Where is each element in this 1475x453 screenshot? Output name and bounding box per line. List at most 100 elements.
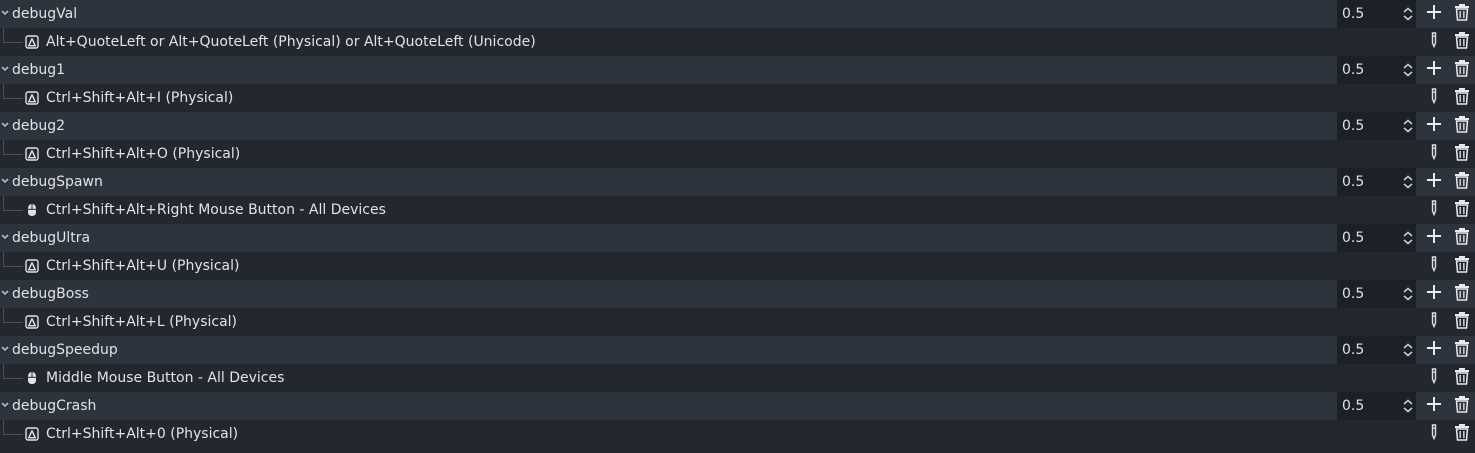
remove-event-button[interactable] [1453,311,1471,333]
spin-arrows-icon[interactable] [1402,175,1414,189]
add-event-button[interactable] [1425,229,1443,247]
trash-icon [1453,255,1471,277]
remove-action-button[interactable] [1453,339,1471,361]
event-row[interactable]: Alt+QuoteLeft or Alt+QuoteLeft (Physical… [0,28,1475,56]
spin-arrows-icon[interactable] [1402,287,1414,301]
deadzone-value[interactable]: 0.5 [1342,168,1364,196]
add-event-button[interactable] [1425,61,1443,79]
edit-event-button[interactable] [1425,368,1443,387]
deadzone-value[interactable]: 0.5 [1342,224,1364,252]
add-event-button[interactable] [1425,5,1443,23]
chevron-down-icon[interactable] [0,398,10,412]
add-event-button[interactable] [1425,285,1443,303]
pencil-icon [1425,311,1443,333]
action-name[interactable]: debugCrash [12,392,96,420]
edit-event-button[interactable] [1425,255,1443,277]
action-name[interactable]: debugUltra [12,224,90,252]
chevron-down-icon[interactable] [0,174,10,188]
remove-action-button[interactable] [1453,228,1471,247]
action-name[interactable]: debugBoss [12,280,89,308]
spin-arrows-icon[interactable] [1402,7,1414,21]
event-row[interactable]: Ctrl+Shift+Alt+U (Physical) [0,252,1475,280]
remove-event-button[interactable] [1453,424,1471,443]
deadzone-spinbox[interactable]: 0.5 [1337,392,1416,420]
trash-icon [1453,339,1471,361]
chevron-down-icon[interactable] [0,118,10,132]
deadzone-value[interactable]: 0.5 [1342,0,1364,28]
deadzone-value[interactable]: 0.5 [1342,112,1364,140]
action-row[interactable]: debug1 0.5 [0,56,1475,84]
remove-action-button[interactable] [1453,172,1471,191]
event-row[interactable]: Ctrl+Shift+Alt+0 (Physical) [0,420,1475,448]
remove-action-button[interactable] [1453,60,1471,79]
action-row[interactable]: debug2 0.5 [0,112,1475,140]
remove-event-button[interactable] [1453,144,1471,163]
deadzone-spinbox[interactable]: 0.5 [1337,0,1416,28]
deadzone-value[interactable]: 0.5 [1342,56,1364,84]
spin-arrows-icon[interactable] [1402,399,1414,413]
remove-event-button[interactable] [1453,200,1471,219]
remove-action-button[interactable] [1453,284,1471,303]
trash-icon [1453,31,1471,53]
chevron-down-icon[interactable] [0,230,10,244]
action-name[interactable]: debug2 [12,112,65,140]
event-row[interactable]: Ctrl+Shift+Alt+O (Physical) [0,140,1475,168]
edit-event-button[interactable] [1425,200,1443,219]
edit-event-button[interactable] [1425,424,1443,443]
remove-action-button[interactable] [1453,116,1471,135]
deadzone-value[interactable]: 0.5 [1342,392,1364,420]
spin-arrows-icon[interactable] [1402,63,1414,77]
keyboard-icon [25,91,39,105]
tree-connector-line [3,420,23,435]
remove-action-button[interactable] [1453,4,1471,23]
edit-event-button[interactable] [1425,311,1443,333]
chevron-down-icon[interactable] [0,6,10,20]
edit-event-button[interactable] [1425,31,1443,53]
event-row[interactable]: Ctrl+Shift+Alt+L (Physical) [0,308,1475,336]
remove-event-button[interactable] [1453,31,1471,53]
deadzone-spinbox[interactable]: 0.5 [1337,336,1416,364]
add-event-button[interactable] [1425,397,1443,415]
action-name[interactable]: debugSpawn [12,168,103,196]
event-row[interactable]: Ctrl+Shift+Alt+Right Mouse Button - All … [0,196,1475,224]
pencil-icon [1425,31,1443,53]
remove-event-button[interactable] [1453,255,1471,277]
deadzone-value[interactable]: 0.5 [1342,280,1364,308]
action-row[interactable]: debugBoss 0.5 [0,280,1475,308]
action-name[interactable]: debugVal [12,0,77,28]
event-row[interactable]: Middle Mouse Button - All Devices [0,364,1475,392]
event-row[interactable]: Ctrl+Shift+Alt+I (Physical) [0,84,1475,112]
action-name[interactable]: debug1 [12,56,65,84]
chevron-down-icon[interactable] [0,62,10,76]
remove-action-button[interactable] [1453,396,1471,415]
deadzone-spinbox[interactable]: 0.5 [1337,224,1416,252]
action-row[interactable]: debugSpeedup 0.5 [0,336,1475,364]
spin-arrows-icon[interactable] [1402,119,1414,133]
add-event-button[interactable] [1425,341,1443,359]
input-map-tree[interactable]: debugVal 0.5 Alt+QuoteLeft or Alt+QuoteLef… [0,0,1475,453]
add-event-button[interactable] [1425,117,1443,135]
deadzone-spinbox[interactable]: 0.5 [1337,56,1416,84]
add-event-button[interactable] [1425,173,1443,191]
spin-arrows-icon[interactable] [1402,343,1414,357]
edit-event-button[interactable] [1425,88,1443,107]
deadzone-spinbox[interactable]: 0.5 [1337,168,1416,196]
plus-icon [1425,171,1443,193]
spin-arrows-icon[interactable] [1402,231,1414,245]
pencil-icon [1425,255,1443,277]
edit-event-button[interactable] [1425,144,1443,163]
remove-event-button[interactable] [1453,367,1471,389]
deadzone-value[interactable]: 0.5 [1342,336,1364,364]
action-row[interactable]: debugSpawn 0.5 [0,168,1475,196]
action-row[interactable]: debugVal 0.5 [0,0,1475,28]
remove-event-button[interactable] [1453,88,1471,107]
trash-icon [1453,367,1471,389]
deadzone-spinbox[interactable]: 0.5 [1337,280,1416,308]
action-row[interactable]: debugUltra 0.5 [0,224,1475,252]
action-name[interactable]: debugSpeedup [12,336,118,364]
chevron-down-icon[interactable] [0,286,10,300]
chevron-down-icon[interactable] [0,342,10,356]
action-row[interactable]: debugCrash 0.5 [0,392,1475,420]
trash-icon [1453,311,1471,333]
deadzone-spinbox[interactable]: 0.5 [1337,112,1416,140]
